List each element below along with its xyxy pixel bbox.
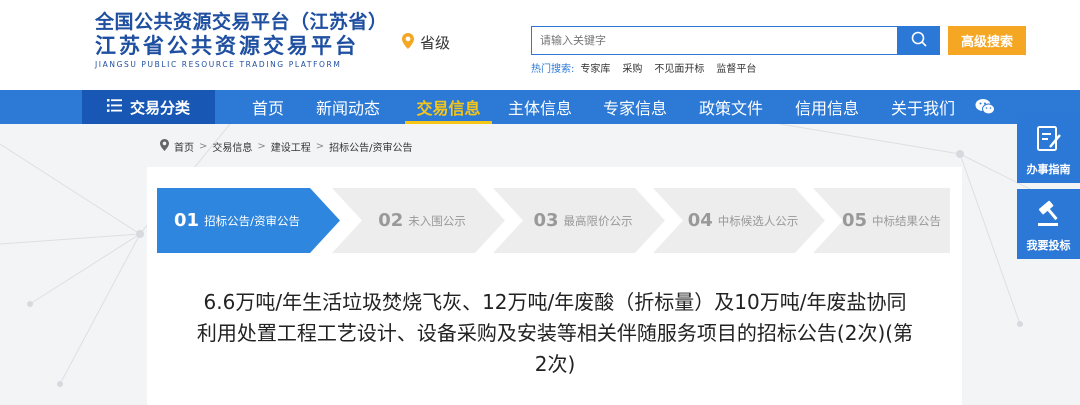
site-logo[interactable]: 全国公共资源交易平台（江苏省） 江苏省公共资源交易平台 JIANGSU PUBL… [95,10,388,71]
logo-title-national: 全国公共资源交易平台（江苏省） [95,11,388,33]
nav-item-policy[interactable]: 政策文件 [693,90,769,124]
title-line: 2次) [534,352,576,376]
breadcrumb: 首页 > 交易信息 > 建设工程 > 招标公告/资审公告 [160,139,413,154]
nav-item-expert-info[interactable]: 专家信息 [597,90,673,124]
nav-item-news[interactable]: 新闻动态 [310,90,386,124]
site-header: 全国公共资源交易平台（江苏省） 江苏省公共资源交易平台 JIANGSU PUBL… [0,0,1080,90]
nav-item-home[interactable]: 首页 [238,90,298,124]
breadcrumb-construction[interactable]: 建设工程 [271,139,311,154]
hot-search-label: 热门搜索: [531,64,575,75]
step-number: 03 [533,210,559,231]
bid-button[interactable]: 我要投标 [1017,189,1080,259]
step-label: 招标公告/资审公告 [204,213,300,228]
hot-search-item[interactable]: 不见面开标 [654,60,704,75]
bid-label: 我要投标 [1026,239,1071,252]
step-candidates[interactable]: 04 中标候选人公示 [673,188,813,253]
hot-search-item[interactable]: 监督平台 [716,60,756,75]
step-label: 中标候选人公示 [717,213,799,228]
step-max-price[interactable]: 03 最高限价公示 [513,188,653,253]
nav-item-about[interactable]: 关于我们 [885,90,961,124]
nav-item-entity-info[interactable]: 主体信息 [502,90,578,124]
menu-icon [106,98,122,116]
guide-button[interactable]: 办事指南 [1017,113,1080,183]
breadcrumb-trading-info[interactable]: 交易信息 [212,139,252,154]
category-menu-label: 交易分类 [129,98,190,117]
title-line: 6.6万吨/年生活垃圾焚烧飞灰、12万吨/年废酸（折标量）及10万吨/年废盐协同 [203,290,907,314]
location-label: 省级 [420,34,451,52]
step-tender-notice[interactable]: 01 招标公告/资审公告 [157,188,317,253]
step-label: 最高限价公示 [563,213,633,228]
category-menu-button[interactable]: 交易分类 [82,90,215,124]
search-input[interactable] [532,27,897,54]
nav-item-credit[interactable]: 信用信息 [789,90,865,124]
location-selector[interactable]: 省级 [402,32,450,53]
location-pin-icon [402,32,414,53]
main-nav: 交易分类 首页 新闻动态 交易信息 主体信息 专家信息 政策文件 信用信息 关于… [0,90,1080,124]
location-pin-icon [160,139,169,154]
advanced-search-button[interactable]: 高级搜索 [948,26,1026,55]
breadcrumb-home[interactable]: 首页 [174,139,194,154]
announcement-title: 6.6万吨/年生活垃圾焚烧飞灰、12万吨/年废酸（折标量）及10万吨/年废盐协同… [150,287,960,380]
step-not-shortlisted[interactable]: 02 未入围公示 [352,188,492,253]
search-box [531,26,898,55]
title-line: 利用处置工程工艺设计、设备采购及安装等相关伴随服务项目的招标公告(2次)(第 [196,321,914,345]
search-icon [911,31,927,51]
step-label: 中标结果公告 [872,213,942,228]
breadcrumb-separator: > [315,141,325,152]
logo-title-english: JIANGSU PUBLIC RESOURCE TRADING PLATFORM [95,60,342,69]
hot-search: 热门搜索: 专家库 采购 不见面开标 监督平台 [531,60,768,75]
process-steps: 01 招标公告/资审公告 02 未入围公示 03 最高限价公示 04 中标候选人… [157,188,950,253]
hot-search-item[interactable]: 专家库 [580,60,610,75]
logo-title-jiangsu: 江苏省公共资源交易平台 [95,34,359,58]
breadcrumb-separator: > [257,141,266,152]
step-number: 01 [174,210,200,231]
breadcrumb-current: 招标公告/资审公告 [329,143,413,154]
breadcrumb-separator: > [199,141,208,152]
wechat-icon[interactable] [975,98,995,116]
step-label: 未入围公示 [408,213,466,228]
step-result[interactable]: 05 中标结果公告 [833,188,950,253]
guide-label: 办事指南 [1026,163,1071,176]
search-button[interactable] [898,26,940,55]
nav-item-trading-info[interactable]: 交易信息 [405,90,492,124]
step-number: 02 [378,210,404,231]
step-number: 04 [687,210,713,231]
step-number: 05 [841,210,868,231]
document-edit-icon [1036,125,1062,157]
hot-search-item[interactable]: 采购 [622,60,642,75]
gavel-icon [1034,199,1064,233]
